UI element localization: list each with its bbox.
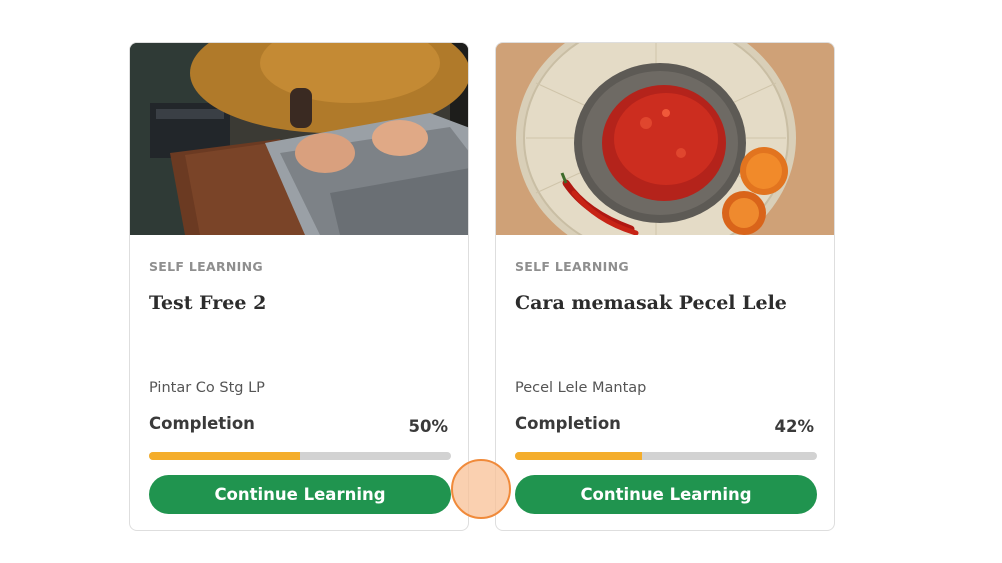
completion-label: Completion [149, 414, 255, 433]
laptop-typing-photo [130, 43, 468, 235]
progress-bar [149, 452, 451, 460]
click-indicator [451, 459, 511, 519]
course-title[interactable]: Cara memasak Pecel Lele [515, 292, 815, 314]
continue-learning-button[interactable]: Continue Learning [515, 475, 817, 514]
course-thumbnail[interactable] [130, 43, 468, 235]
course-card[interactable]: SELF LEARNING Cara memasak Pecel Lele Pe… [495, 42, 835, 531]
course-type-label: SELF LEARNING [515, 259, 629, 274]
completion-percent: 42% [774, 417, 815, 436]
continue-learning-button[interactable]: Continue Learning [149, 475, 451, 514]
course-organization: Pintar Co Stg LP [149, 380, 265, 396]
progress-bar-fill [149, 452, 300, 460]
sambal-mortar-photo [496, 43, 834, 235]
progress-bar [515, 452, 817, 460]
course-thumbnail[interactable] [496, 43, 834, 235]
course-card[interactable]: SELF LEARNING Test Free 2 Pintar Co Stg … [129, 42, 469, 531]
course-organization: Pecel Lele Mantap [515, 380, 647, 396]
completion-percent: 50% [408, 417, 449, 436]
progress-bar-fill [515, 452, 642, 460]
completion-label: Completion [515, 414, 621, 433]
course-title[interactable]: Test Free 2 [149, 292, 449, 314]
course-type-label: SELF LEARNING [149, 259, 263, 274]
